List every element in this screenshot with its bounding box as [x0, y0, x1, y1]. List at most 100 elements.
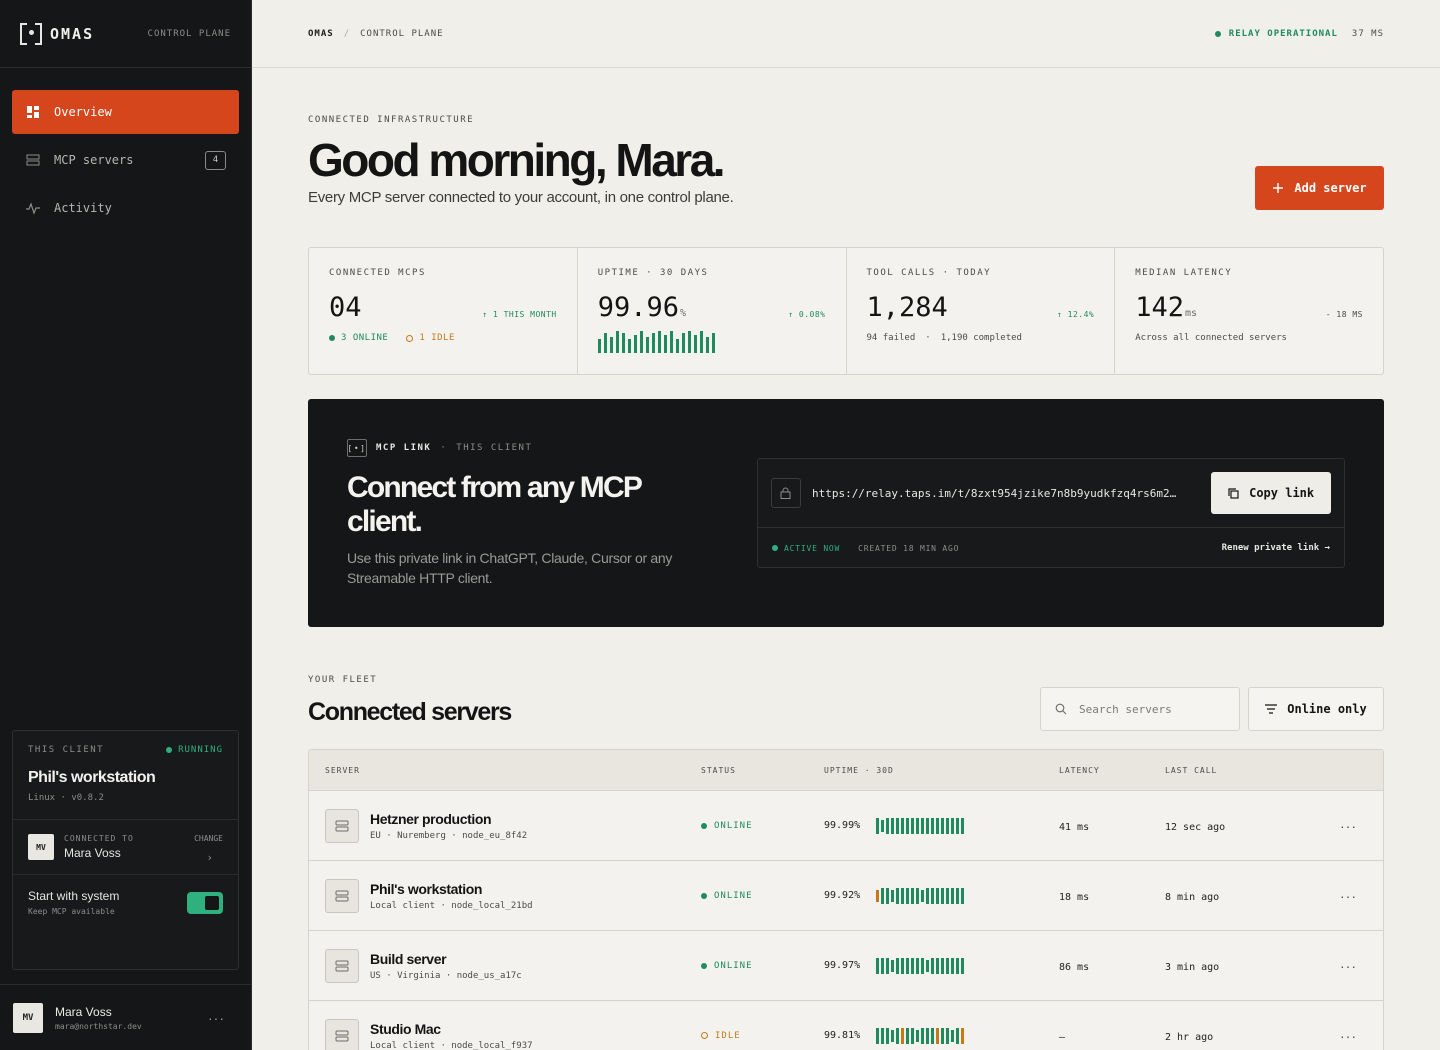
status-dot-icon [166, 747, 173, 753]
latency-value: 41 ms [1059, 821, 1090, 833]
idle-count: 1 IDLE [406, 333, 455, 343]
server-meta: Local client · node_local_21bd [370, 900, 533, 911]
copy-link-button[interactable]: Copy link [1211, 472, 1332, 514]
uptime-bars [876, 887, 965, 905]
row-more-icon[interactable]: ··· [1340, 958, 1357, 974]
start-sub: Keep MCP available [28, 907, 115, 916]
link-box: https://relay.taps.im/t/8zxt954jzike7n8b… [757, 458, 1345, 568]
column-header-last-call[interactable]: LAST CALL [1165, 766, 1335, 775]
sidebar-item-label: Overview [54, 105, 112, 119]
column-header-server[interactable]: SERVER [325, 766, 701, 775]
online-only-filter-button[interactable]: Online only [1248, 687, 1384, 731]
search-field[interactable] [1040, 687, 1240, 731]
status-badge: ONLINE [701, 961, 824, 971]
row-more-icon[interactable]: ··· [1340, 818, 1357, 834]
user-menu[interactable]: MV Mara Voss mara@northstar.dev ··· [0, 984, 251, 1050]
server-name: Build server [370, 950, 447, 967]
failed-count: 94 failed [866, 333, 916, 343]
server-name: Phil's workstation [370, 880, 483, 897]
last-call-value: 12 sec ago [1165, 821, 1226, 833]
stat-delta: - 18 MS [1325, 310, 1363, 319]
breadcrumb: OMAS / CONTROL PLANE [308, 29, 444, 39]
uptime-bars [876, 1027, 965, 1045]
row-more-icon[interactable]: ··· [1340, 1028, 1357, 1044]
server-icon [325, 878, 359, 913]
table-header: SERVER STATUS UPTIME · 30D LATENCY LAST … [309, 750, 1383, 791]
change-account-button[interactable]: CHANGE › [194, 834, 223, 864]
last-call-value: 2 hr ago [1165, 1031, 1214, 1043]
separator: · [925, 333, 931, 343]
connected-label: CONNECTED TO [64, 834, 134, 843]
stat-latency: MEDIAN LATENCY 142ms - 18 MS Across all … [1115, 248, 1383, 374]
uptime-sparkline [597, 331, 826, 353]
latency-value: 18 ms [1059, 891, 1090, 903]
start-with-system: Start with system Keep MCP available [13, 875, 238, 930]
column-header-status[interactable]: STATUS [701, 766, 824, 775]
more-icon[interactable]: ··· [208, 1010, 225, 1026]
breadcrumb-root[interactable]: OMAS [308, 29, 334, 39]
start-with-system-toggle[interactable] [187, 891, 223, 914]
table-row[interactable]: Phil's workstation Local client · node_lo… [309, 861, 1383, 931]
servers-table: SERVER STATUS UPTIME · 30D LATENCY LAST … [308, 749, 1384, 1050]
uptime-value: 99.99% [824, 820, 861, 831]
status-badge: RUNNING [166, 745, 223, 755]
logo-icon [20, 22, 42, 45]
sidebar-nav: Overview MCP servers 4 Activity [0, 68, 251, 256]
stat-label: UPTIME · 30 DAYS [597, 268, 709, 278]
column-header-uptime[interactable]: UPTIME · 30D [824, 766, 1059, 775]
page-eyebrow: CONNECTED INFRASTRUCTURE [308, 115, 475, 125]
server-name: Hetzner production [370, 810, 492, 827]
page-subtitle: Every MCP server connected to your accou… [308, 189, 734, 206]
latency-value: 86 ms [1059, 961, 1090, 973]
server-icon [325, 1018, 359, 1050]
relay-status: RELAY OPERATIONAL 37 MS [1214, 29, 1384, 39]
breadcrumb-current: CONTROL PLANE [360, 28, 444, 39]
filter-icon [1265, 704, 1278, 714]
user-name: Mara Voss [55, 1004, 112, 1019]
uptime-value: 99.92% [824, 890, 861, 901]
fleet-section: YOUR FLEET Connected servers Online only… [308, 675, 1384, 1050]
connected-name: Mara Voss [64, 846, 121, 860]
topbar: OMAS / CONTROL PLANE RELAY OPERATIONAL 3… [252, 0, 1440, 68]
server-name: Studio Mac [370, 1020, 441, 1037]
count-badge: 4 [205, 150, 226, 170]
stat-delta: ↑ 0.08% [788, 310, 826, 319]
sidebar-item-activity[interactable]: Activity [12, 186, 239, 230]
table-row[interactable]: Studio Mac Local client · node_local_f937… [309, 1001, 1383, 1050]
table-row[interactable]: Hetzner production EU · Nuremberg · node_… [309, 791, 1383, 861]
table-row[interactable]: Build server US · Virginia · node_us_a17c… [309, 931, 1383, 1001]
stat-label: TOOL CALLS · TODAY [866, 268, 992, 278]
copy-icon [1228, 487, 1239, 499]
lock-icon [771, 478, 801, 508]
client-card: THIS CLIENT RUNNING Phil's workstation L… [12, 730, 239, 970]
row-more-icon[interactable]: ··· [1340, 888, 1357, 904]
status-badge: ONLINE [701, 821, 824, 831]
brand-tag: CONTROL PLANE [147, 28, 231, 39]
stat-tool-calls: TOOL CALLS · TODAY 1,284 ↑ 12.4% 94 fail… [847, 248, 1116, 374]
client-version: Linux · v0.8.2 [28, 793, 104, 803]
dashboard-icon [27, 106, 39, 118]
sidebar-header: OMAS CONTROL PLANE [0, 0, 251, 68]
sidebar-item-label: MCP servers [54, 153, 134, 167]
sidebar-item-label: Activity [54, 201, 112, 215]
column-header-latency[interactable]: LATENCY [1059, 766, 1165, 775]
renew-link-button[interactable]: Renew private link → [1222, 543, 1330, 553]
uptime-value: 99.81% [824, 1030, 861, 1041]
brand-name: OMAS [50, 24, 95, 43]
server-meta: EU · Nuremberg · node_eu_8f42 [370, 830, 528, 841]
brand[interactable]: OMAS [20, 22, 95, 45]
link-eyebrow: [•] MCP LINK · THIS CLIENT [347, 439, 532, 457]
link-created: CREATED 18 MIN AGO [858, 543, 960, 553]
server-icon [325, 808, 359, 843]
add-server-button[interactable]: Add server [1255, 166, 1384, 210]
sidebar: OMAS CONTROL PLANE Overview MCP servers … [0, 0, 252, 1050]
uptime-bars [876, 957, 965, 975]
sidebar-item-overview[interactable]: Overview [12, 90, 239, 134]
chevron-right-icon: › [206, 851, 213, 864]
stats-panel: CONNECTED MCPS 04 ↑ 1 THIS MONTH 3 ONLIN… [308, 247, 1384, 375]
private-link-url[interactable]: https://relay.taps.im/t/8zxt954jzike7n8b… [812, 487, 1197, 500]
activity-icon [26, 202, 40, 215]
search-input[interactable] [1079, 702, 1219, 716]
sidebar-item-mcp-servers[interactable]: MCP servers 4 [12, 138, 239, 182]
latency-value: — [1059, 1031, 1066, 1043]
